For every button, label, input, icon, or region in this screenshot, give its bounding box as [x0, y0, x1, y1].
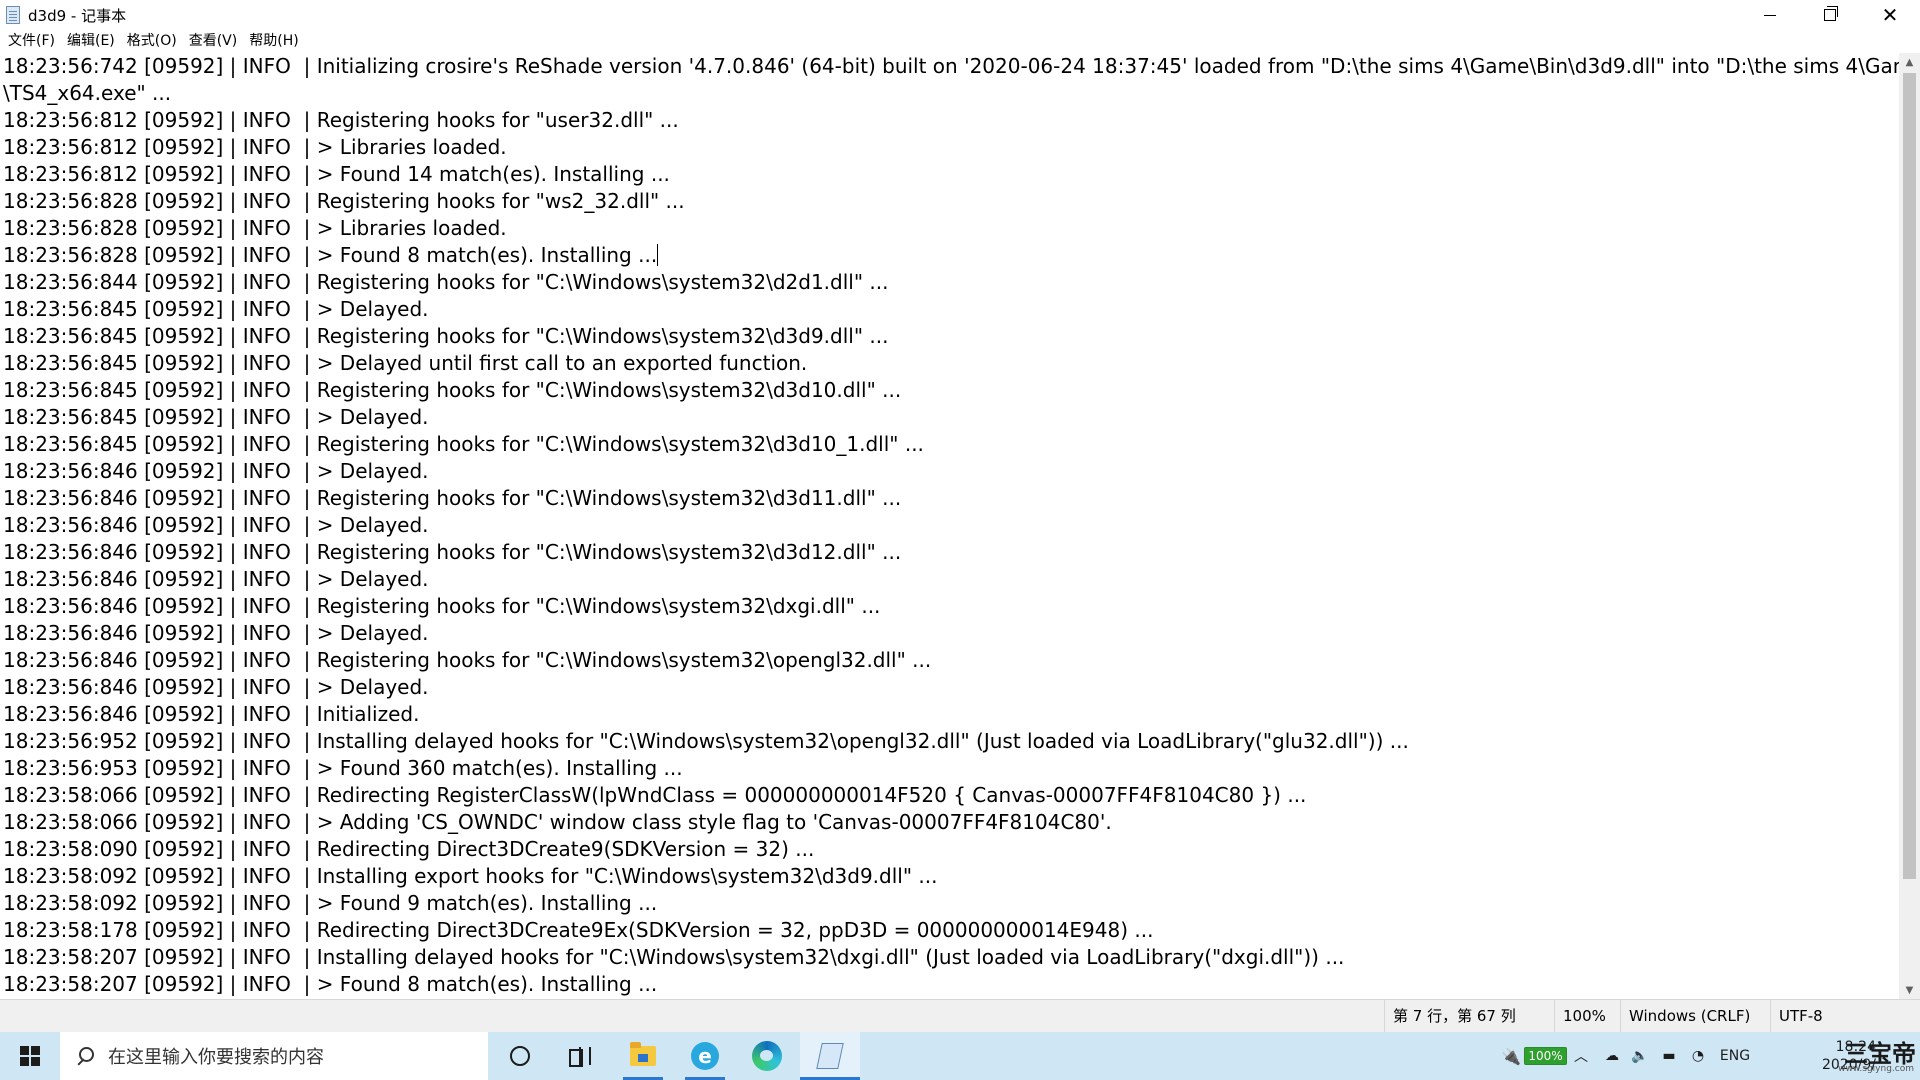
text-line: 18:23:58:066 [09592] | INFO | > Adding '… — [3, 810, 1112, 834]
edge-icon — [752, 1041, 782, 1071]
battery-indicator[interactable]: 🔌 100% — [1501, 1032, 1567, 1080]
speaker-icon: 🔈 — [1631, 1048, 1649, 1064]
text-line: 18:23:58:178 [09592] | INFO | Redirectin… — [3, 918, 1154, 942]
input-language[interactable]: ENG — [1712, 1032, 1758, 1080]
taskbar-notepad[interactable] — [800, 1032, 860, 1080]
minimize-button[interactable] — [1740, 0, 1800, 30]
text-line: 18:23:56:846 [09592] | INFO | > Delayed. — [3, 675, 429, 699]
menu-help[interactable]: 帮助(H) — [243, 30, 304, 52]
task-view-icon — [569, 1047, 591, 1067]
text-line: 18:23:56:846 [09592] | INFO | > Delayed. — [3, 621, 429, 645]
text-line: 18:23:56:953 [09592] | INFO | > Found 36… — [3, 756, 683, 780]
onedrive-tray[interactable]: ☁ — [1598, 1032, 1626, 1080]
start-button[interactable] — [0, 1032, 60, 1080]
zoom-level: 100% — [1554, 1000, 1614, 1033]
vertical-scrollbar[interactable]: ▲ ▼ — [1899, 53, 1920, 999]
network-tray[interactable]: ◔ — [1684, 1032, 1712, 1080]
text-line: \TS4_x64.exe" ... — [3, 81, 172, 105]
chevron-up-icon: ︿ — [1574, 1049, 1588, 1065]
cortana-icon — [510, 1046, 530, 1066]
taskbar-edge[interactable] — [737, 1032, 797, 1080]
text-line: 18:23:56:845 [09592] | INFO | > Delayed. — [3, 297, 429, 321]
text-line: 18:23:56:846 [09592] | INFO | Registerin… — [3, 594, 881, 618]
task-view-button[interactable] — [550, 1032, 610, 1080]
close-icon: ✕ — [1881, 3, 1899, 27]
text-line: 18:23:56:845 [09592] | INFO | > Delayed … — [3, 351, 808, 375]
text-line: 18:23:58:092 [09592] | INFO | > Found 9 … — [3, 891, 658, 915]
text-line: 18:23:56:812 [09592] | INFO | > Librarie… — [3, 135, 507, 159]
text-line: 18:23:56:846 [09592] | INFO | Registerin… — [3, 648, 932, 672]
search-placeholder: 在这里输入你要搜索的内容 — [108, 1047, 324, 1068]
maximize-button[interactable] — [1800, 0, 1860, 30]
menu-file[interactable]: 文件(F) — [2, 30, 61, 52]
text-line: 18:23:56:812 [09592] | INFO | > Found 14… — [3, 162, 670, 186]
power-tray[interactable]: ▬ — [1654, 1032, 1684, 1080]
title-bar[interactable]: d3d9 - 记事本 ✕ — [0, 0, 1920, 30]
battery-percent: 100% — [1524, 1047, 1567, 1065]
volume-tray[interactable]: 🔈 — [1626, 1032, 1654, 1080]
window-title: d3d9 - 记事本 — [28, 6, 127, 25]
menu-view[interactable]: 查看(V) — [183, 30, 244, 52]
search-icon — [76, 1047, 94, 1065]
notepad-taskbar-icon — [816, 1043, 844, 1069]
text-line: 18:23:56:828 [09592] | INFO | > Found 8 … — [3, 243, 659, 267]
text-caret — [657, 244, 659, 266]
taskbar-search-box[interactable]: 在这里输入你要搜索的内容 — [60, 1032, 488, 1080]
text-line: 18:23:56:845 [09592] | INFO | Registerin… — [3, 432, 924, 456]
taskbar: 在这里输入你要搜索的内容 e 🔌 100% ︿ ☁ 🔈 ▬ ◔ ENG 18:2… — [0, 1032, 1920, 1080]
text-line: 18:23:56:845 [09592] | INFO | > Delayed. — [3, 405, 429, 429]
text-line: 18:23:56:828 [09592] | INFO | > Librarie… — [3, 216, 507, 240]
text-line: 18:23:56:742 [09592] | INFO | Initializi… — [3, 54, 1899, 78]
wifi-icon: ◔ — [1691, 1048, 1705, 1064]
text-editor[interactable]: 18:23:56:742 [09592] | INFO | Initializi… — [0, 53, 1899, 999]
plug-icon: 🔌 — [1501, 1046, 1522, 1066]
menu-edit[interactable]: 编辑(E) — [61, 30, 121, 52]
minimize-icon — [1764, 14, 1776, 16]
close-button[interactable]: ✕ — [1860, 0, 1920, 30]
internet-explorer-icon: e — [691, 1042, 719, 1070]
scroll-down-button[interactable]: ▼ — [1899, 981, 1920, 999]
scroll-up-button[interactable]: ▲ — [1899, 53, 1920, 71]
menu-bar: 文件(F) 编辑(E) 格式(O) 查看(V) 帮助(H) — [0, 30, 1920, 52]
window-controls: ✕ — [1740, 0, 1920, 30]
text-line: 18:23:56:845 [09592] | INFO | Registerin… — [3, 378, 902, 402]
text-line: 18:23:56:846 [09592] | INFO | Registerin… — [3, 486, 902, 510]
watermark-site: www.sgiyng.com — [1838, 1064, 1914, 1074]
battery-icon: ▬ — [1662, 1048, 1676, 1064]
cloud-icon: ☁ — [1605, 1048, 1619, 1064]
text-line: 18:23:56:846 [09592] | INFO | > Delayed. — [3, 513, 429, 537]
restore-icon — [1824, 6, 1838, 21]
line-ending: Windows (CRLF) — [1620, 1000, 1770, 1033]
notepad-icon[interactable] — [4, 5, 22, 25]
taskbar-internet-explorer[interactable]: e — [675, 1032, 735, 1080]
status-bar: 第 7 行，第 67 列 100% Windows (CRLF) UTF-8 — [0, 999, 1920, 1033]
text-line: 18:23:56:846 [09592] | INFO | Registerin… — [3, 540, 902, 564]
text-line: 18:23:56:845 [09592] | INFO | Registerin… — [3, 324, 889, 348]
text-line: 18:23:58:092 [09592] | INFO | Installing… — [3, 864, 938, 888]
text-line: 18:23:56:846 [09592] | INFO | > Delayed. — [3, 567, 429, 591]
windows-logo-icon — [20, 1046, 40, 1066]
text-line: 18:23:58:066 [09592] | INFO | Redirectin… — [3, 783, 1307, 807]
cortana-button[interactable] — [490, 1032, 550, 1080]
scrollbar-thumb[interactable] — [1903, 73, 1916, 879]
text-line: 18:23:58:207 [09592] | INFO | Installing… — [3, 945, 1345, 969]
text-line: 18:23:56:828 [09592] | INFO | Registerin… — [3, 189, 685, 213]
taskbar-file-explorer[interactable] — [613, 1032, 673, 1080]
text-line: 18:23:56:812 [09592] | INFO | Registerin… — [3, 108, 679, 132]
encoding: UTF-8 — [1770, 1000, 1920, 1033]
text-line: 18:23:58:090 [09592] | INFO | Redirectin… — [3, 837, 815, 861]
menu-format[interactable]: 格式(O) — [121, 30, 183, 52]
text-line: 18:23:58:207 [09592] | INFO | > Found 8 … — [3, 972, 658, 996]
cursor-position: 第 7 行，第 67 列 — [1384, 1000, 1554, 1033]
text-line: 18:23:56:952 [09592] | INFO | Installing… — [3, 729, 1409, 753]
file-explorer-icon — [630, 1042, 656, 1066]
text-line: 18:23:56:846 [09592] | INFO | Initialize… — [3, 702, 420, 726]
text-line: 18:23:56:846 [09592] | INFO | > Delayed. — [3, 459, 429, 483]
show-hidden-icons-button[interactable]: ︿ — [1566, 1032, 1596, 1080]
text-line: 18:23:56:844 [09592] | INFO | Registerin… — [3, 270, 889, 294]
